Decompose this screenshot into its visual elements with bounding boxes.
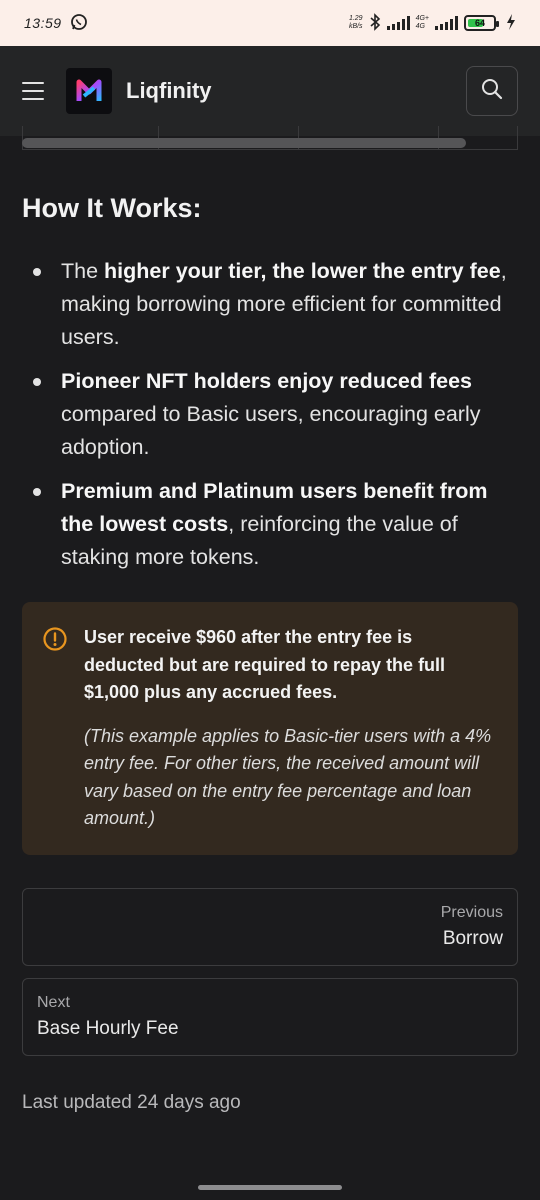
brand-name[interactable]: Liqfinity [126,78,212,104]
network-type: 4G+ 4G [416,15,429,31]
previous-page-link[interactable]: Previous Borrow [22,888,518,966]
bullet-text: compared to Basic users, encouraging ear… [61,402,481,459]
logo[interactable] [66,68,112,114]
list-item: Premium and Platinum users benefit from … [22,475,518,574]
previous-title: Borrow [442,928,503,949]
how-it-works-list: The higher your tier, the lower the entr… [22,255,518,585]
callout-note-text: (This example applies to Basic-tier user… [84,725,492,829]
section-heading: How It Works: [22,193,202,223]
status-right: 1.29 kB/s 4G+ 4G 64 [349,12,516,34]
previous-label: Previous [440,904,503,921]
status-left: 13:59 [24,13,88,34]
signal-icon [435,16,458,30]
signal-icon [386,16,410,30]
next-page-link[interactable]: Next Base Hourly Fee [22,978,518,1056]
bluetooth-icon [369,12,381,34]
network-type-bottom: 4G [415,23,425,30]
navbar: Liqfinity [0,46,540,136]
network-speed-unit: kB/s [348,23,363,30]
charging-icon [506,13,516,33]
bullet-text: The [61,259,105,283]
horizontal-scrollbar[interactable] [22,138,466,148]
next-title: Base Hourly Fee [37,1018,179,1039]
whatsapp-icon [70,13,88,34]
bullet-bold-text: Pioneer NFT holders enjoy reduced fees [61,369,472,393]
network-type-top: 4G+ [415,15,429,22]
list-item: Pioneer NFT holders enjoy reduced fees c… [22,365,518,464]
list-item: The higher your tier, the lower the entr… [22,255,518,354]
callout-main-text: User receive $960 after the entry fee is… [84,627,446,702]
menu-icon[interactable] [22,82,44,100]
bullet-bold-text: higher your tier, the lower the entry fe… [104,259,501,283]
status-bar: 13:59 1.29 kB/s 4G+ 4G 64 [0,0,540,46]
warning-callout: User receive $960 after the entry fee is… [22,602,518,855]
home-indicator[interactable] [198,1185,342,1190]
warning-icon [42,626,68,657]
battery-icon: 64 [464,15,499,31]
next-label: Next [37,994,70,1011]
network-speed-value: 1.29 [348,15,363,22]
battery-label: 64 [474,18,485,28]
search-button[interactable] [466,66,518,116]
status-time: 13:59 [24,15,62,31]
last-updated: Last updated 24 days ago [22,1092,241,1113]
network-speed: 1.29 kB/s [349,15,363,31]
search-icon [480,77,504,106]
